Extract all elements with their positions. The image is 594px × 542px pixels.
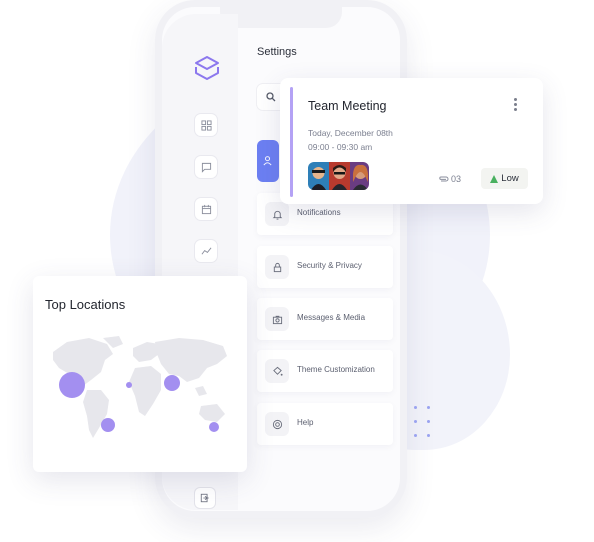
world-map: [53, 336, 227, 438]
priority-badge[interactable]: Low: [481, 168, 528, 189]
paint-bucket-icon: [265, 359, 289, 383]
decorative-dots: [411, 404, 435, 440]
app-logo-icon: [195, 56, 219, 80]
avatar: [329, 162, 350, 190]
meeting-card[interactable]: Team Meeting Today, December 08th 09:00 …: [280, 78, 543, 204]
logout-icon[interactable]: [195, 488, 215, 508]
search-icon: [266, 92, 276, 102]
participant-avatars[interactable]: [308, 162, 369, 190]
dashboard-icon[interactable]: [195, 114, 217, 136]
meeting-title: Team Meeting: [308, 99, 387, 113]
card-title: Top Locations: [45, 297, 126, 312]
menu-item-help[interactable]: Help: [257, 403, 393, 445]
lifebuoy-icon: [265, 412, 289, 436]
bell-icon: [265, 202, 289, 226]
meeting-time: 09:00 - 09:30 am: [308, 142, 373, 152]
page-title: Settings: [257, 46, 297, 58]
attachment-count[interactable]: 03: [438, 174, 461, 184]
avatar: [308, 162, 329, 190]
menu-item-label: Theme Customization: [297, 365, 375, 374]
analytics-icon[interactable]: [195, 240, 217, 262]
tab-profile[interactable]: [257, 140, 279, 182]
menu-item-theme[interactable]: Theme Customization: [257, 350, 393, 392]
menu-item-label: Security & Privacy: [297, 261, 362, 270]
camera-icon: [265, 307, 289, 331]
calendar-icon[interactable]: [195, 198, 217, 220]
chat-icon[interactable]: [195, 156, 217, 178]
priority-arrow-icon: [490, 174, 499, 183]
priority-label: Low: [501, 173, 519, 184]
menu-item-security[interactable]: Security & Privacy: [257, 246, 393, 288]
phone-notch: [220, 0, 342, 28]
meeting-accent-bar: [290, 87, 293, 197]
top-locations-card: Top Locations: [33, 276, 247, 472]
menu-item-label: Messages & Media: [297, 313, 366, 322]
user-icon: [263, 156, 272, 166]
menu-item-label: Help: [297, 418, 314, 427]
menu-item-messages[interactable]: Messages & Media: [257, 298, 393, 340]
attachment-count-value: 03: [451, 174, 462, 184]
avatar: [350, 162, 369, 190]
meeting-date: Today, December 08th: [308, 128, 393, 138]
more-options-icon[interactable]: [510, 98, 520, 114]
paperclip-icon: [439, 176, 449, 182]
menu-item-label: Notifications: [297, 208, 341, 217]
lock-icon: [265, 255, 289, 279]
